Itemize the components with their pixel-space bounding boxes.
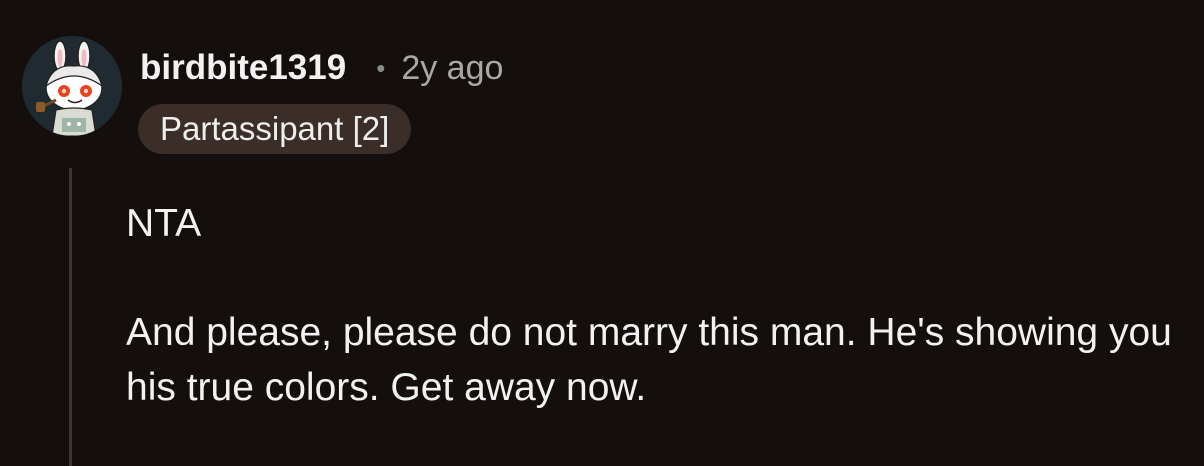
- user-flair-badge: Partassipant [2]: [138, 104, 412, 154]
- comment-paragraph: And please, please do not marry this man…: [126, 311, 1172, 409]
- timestamp[interactable]: 2y ago: [401, 49, 503, 88]
- thread-collapse-line[interactable]: [69, 168, 72, 466]
- avatar[interactable]: [22, 36, 122, 136]
- comment: birdbite1319 • 2y ago Partassipant [2] N…: [0, 0, 1204, 466]
- meta-separator: •: [376, 52, 386, 83]
- comment-body: NTA And please, please do not marry this…: [126, 196, 1186, 415]
- username-link[interactable]: birdbite1319: [140, 48, 346, 88]
- comment-header: birdbite1319 • 2y ago: [140, 44, 503, 92]
- snoo-bunny-avatar-icon: [22, 36, 122, 136]
- comment-paragraph: NTA: [126, 202, 202, 245]
